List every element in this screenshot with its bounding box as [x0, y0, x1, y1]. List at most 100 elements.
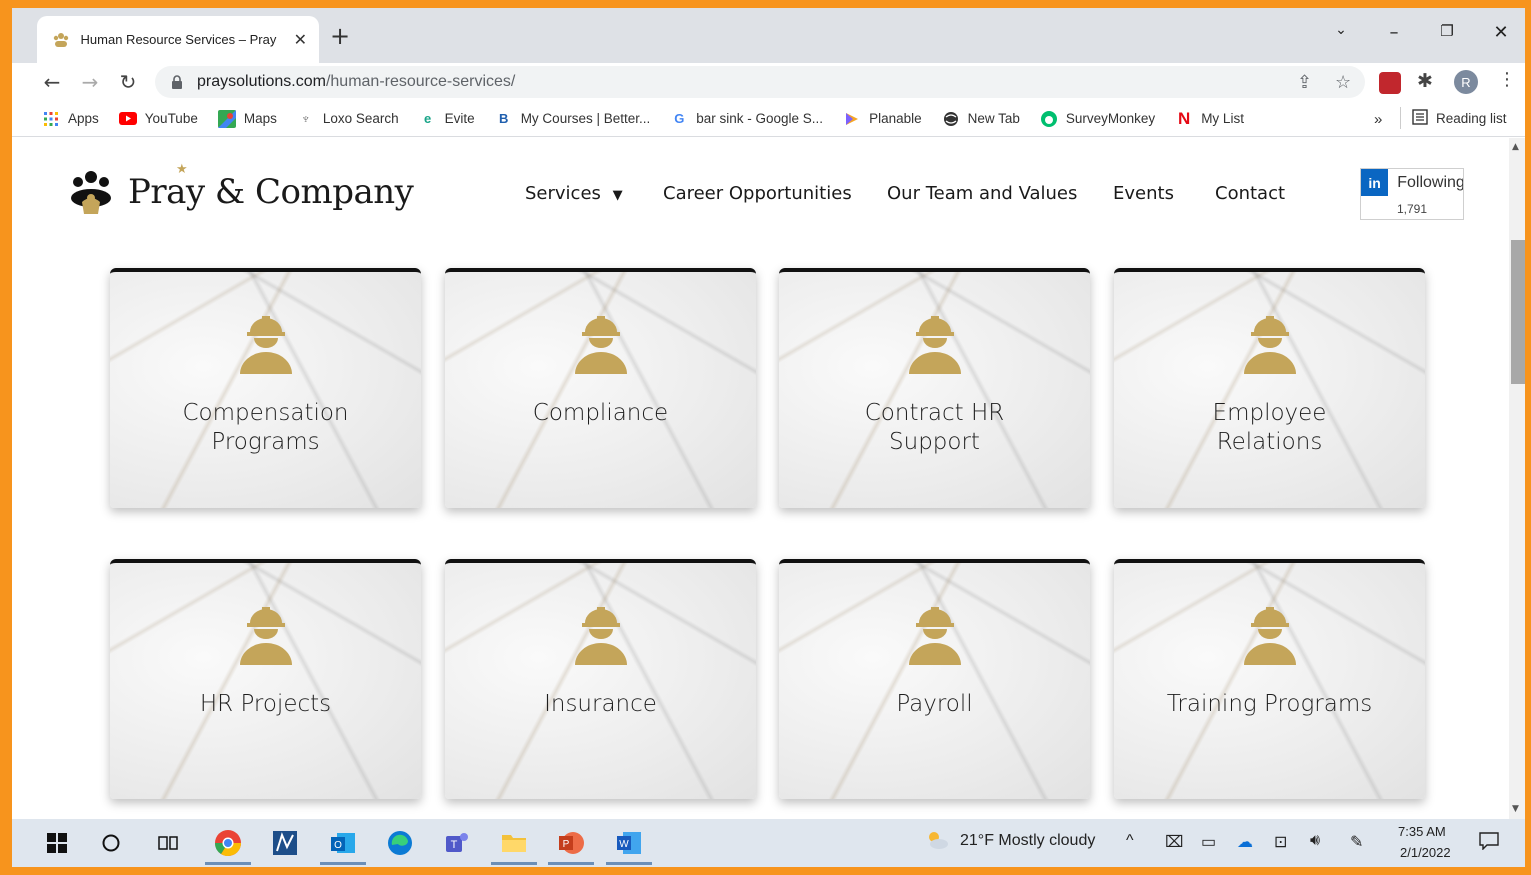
hardhat-worker-icon	[1244, 607, 1296, 665]
reading-list-button[interactable]: Reading list	[1412, 109, 1507, 128]
windows-taskbar: O T P W 21°F Mostly cloudy ^ ⌧ ▭ ☁ ⊡ 🔊︎ …	[12, 819, 1525, 867]
bookmark-loxo[interactable]: ♆ Loxo Search	[297, 110, 399, 128]
bookmark-mylist[interactable]: N My List	[1175, 109, 1244, 128]
tray-chevron-up-icon[interactable]: ^	[1126, 832, 1134, 850]
bookmark-star-icon[interactable]: ☆	[1335, 72, 1351, 93]
clock-date[interactable]: 2/1/2022	[1400, 845, 1451, 860]
nav-team[interactable]: Our Team and Values	[887, 183, 1077, 204]
service-card-title: Compliance	[532, 400, 669, 426]
back-icon[interactable]: ←	[39, 69, 65, 95]
extensions-puzzle-icon[interactable]: ✱	[1417, 70, 1433, 92]
service-card-hr-projects[interactable]: HR Projects	[110, 559, 421, 799]
service-card-title: Compensation Programs	[182, 400, 349, 455]
browser-toolbar: ← → ↻ praysolutions.com/human-resource-s…	[12, 63, 1525, 101]
evite-icon: e	[424, 111, 432, 126]
nav-contact[interactable]: Contact	[1215, 183, 1285, 204]
tab-title: Human Resource Services – Pray	[80, 32, 277, 47]
bookmark-courses[interactable]: B My Courses | Better...	[495, 110, 650, 128]
chevron-down-icon: ▼	[612, 188, 623, 203]
logo-wordmark: Pray & Company	[128, 172, 414, 212]
share-icon[interactable]: ⇪	[1297, 72, 1312, 93]
service-card-employee-relations[interactable]: Employee Relations	[1114, 268, 1425, 508]
svg-text:P: P	[563, 839, 570, 850]
scroll-up-icon[interactable]: ▲	[1512, 142, 1519, 152]
service-card-title: Payroll	[896, 691, 973, 717]
bookmark-evite[interactable]: e Evite	[419, 110, 475, 128]
pen-icon[interactable]: ✎	[1350, 832, 1363, 852]
service-card-compliance[interactable]: Compliance	[445, 268, 756, 508]
site-logo[interactable]: Pray & Company ★	[68, 162, 414, 216]
edge-taskbar-icon[interactable]	[385, 828, 415, 858]
address-bar[interactable]: praysolutions.com/human-resource-service…	[155, 66, 1365, 98]
hardhat-worker-icon	[909, 607, 961, 665]
restore-icon[interactable]: ❐	[1432, 22, 1462, 40]
file-explorer-icon[interactable]	[491, 828, 537, 865]
minimize-icon[interactable]: –	[1379, 22, 1409, 43]
maps-icon	[217, 109, 236, 128]
reload-icon[interactable]: ↻	[115, 69, 141, 95]
bookmark-apps[interactable]: Apps	[42, 110, 99, 128]
bookmark-newtab[interactable]: New Tab	[942, 110, 1020, 128]
service-card-title: HR Projects	[199, 691, 332, 717]
tab-close-icon[interactable]: ✕	[294, 30, 307, 49]
profile-avatar[interactable]: R	[1454, 70, 1478, 94]
battery-icon[interactable]: ▭	[1201, 832, 1216, 852]
bookmark-surveymonkey[interactable]: SurveyMonkey	[1040, 110, 1155, 128]
app-taskbar-icon[interactable]	[270, 828, 300, 858]
bookmark-planable[interactable]: Planable	[843, 110, 922, 128]
hardhat-worker-icon	[240, 607, 292, 665]
word-taskbar-icon[interactable]: W	[606, 828, 652, 865]
close-window-icon[interactable]: ✕	[1486, 22, 1516, 43]
new-tab-icon[interactable]: +	[330, 24, 350, 48]
weather-cloud-icon[interactable]	[925, 829, 949, 856]
forward-icon[interactable]: →	[77, 69, 103, 95]
outlook-taskbar-icon[interactable]: O	[320, 828, 366, 865]
service-card-training[interactable]: Training Programs	[1114, 559, 1425, 799]
hardhat-worker-icon	[575, 607, 627, 665]
volume-icon[interactable]: 🔊︎	[1310, 832, 1320, 850]
apps-grid-icon	[42, 110, 60, 128]
teams-taskbar-icon[interactable]: T	[442, 828, 472, 858]
onedrive-cloud-icon[interactable]: ☁	[1237, 832, 1253, 852]
page-scrollbar[interactable]: ▲ ▼	[1509, 138, 1525, 819]
bookmarks-divider	[1400, 107, 1401, 129]
clock-time[interactable]: 7:35 AM	[1398, 824, 1446, 839]
hardhat-worker-icon	[909, 316, 961, 374]
windows-start-icon[interactable]	[42, 828, 72, 858]
service-card-title: Contract HR Support	[864, 400, 1005, 455]
service-card-payroll[interactable]: Payroll	[779, 559, 1090, 799]
star-icon: ★	[176, 162, 188, 177]
notifications-icon[interactable]	[1479, 832, 1499, 855]
reading-list-icon	[1412, 109, 1428, 128]
powerpoint-taskbar-icon[interactable]: P	[548, 828, 594, 865]
nav-events[interactable]: Events	[1113, 183, 1174, 204]
nav-career[interactable]: Career Opportunities	[663, 183, 852, 204]
meet-now-icon[interactable]: ⌧	[1165, 832, 1183, 852]
acrobat-extension-icon[interactable]	[1379, 72, 1401, 94]
bookmark-maps[interactable]: Maps	[217, 109, 277, 128]
scroll-down-icon[interactable]: ▼	[1512, 804, 1519, 814]
bookmarks-bar: Apps YouTube Maps ♆ Loxo Search e Evite BM…	[12, 101, 1525, 137]
network-icon[interactable]: ⊡	[1274, 832, 1287, 852]
bookmarks-overflow-icon[interactable]: »	[1374, 111, 1382, 128]
menu-kebab-icon[interactable]: ⋮	[1498, 69, 1516, 90]
scroll-thumb[interactable]	[1511, 240, 1525, 384]
bookmark-google[interactable]: Gbar sink - Google S...	[670, 110, 823, 128]
task-view-icon[interactable]	[153, 828, 183, 858]
service-card-compensation[interactable]: Compensation Programs	[110, 268, 421, 508]
search-circle-icon[interactable]	[96, 828, 126, 858]
google-icon: G	[674, 111, 685, 126]
service-card-contract-hr[interactable]: Contract HR Support	[779, 268, 1090, 508]
nav-services[interactable]: Services ▼	[525, 183, 623, 204]
bookmark-youtube[interactable]: YouTube	[118, 110, 198, 128]
weather-text[interactable]: 21°F Mostly cloudy	[960, 832, 1095, 850]
chrome-taskbar-icon[interactable]	[205, 828, 251, 865]
svg-text:T: T	[451, 839, 458, 851]
url-host: praysolutions.com	[197, 73, 326, 90]
url-path: /human-resource-services/	[325, 73, 516, 90]
linkedin-follow-widget[interactable]: in Following 1,791	[1360, 168, 1464, 220]
pray-favicon-icon	[51, 30, 71, 50]
tab-search-icon[interactable]: ⌄	[1326, 22, 1356, 38]
active-tab[interactable]: Human Resource Services – Pray ✕	[37, 16, 319, 63]
service-card-insurance[interactable]: Insurance	[445, 559, 756, 799]
